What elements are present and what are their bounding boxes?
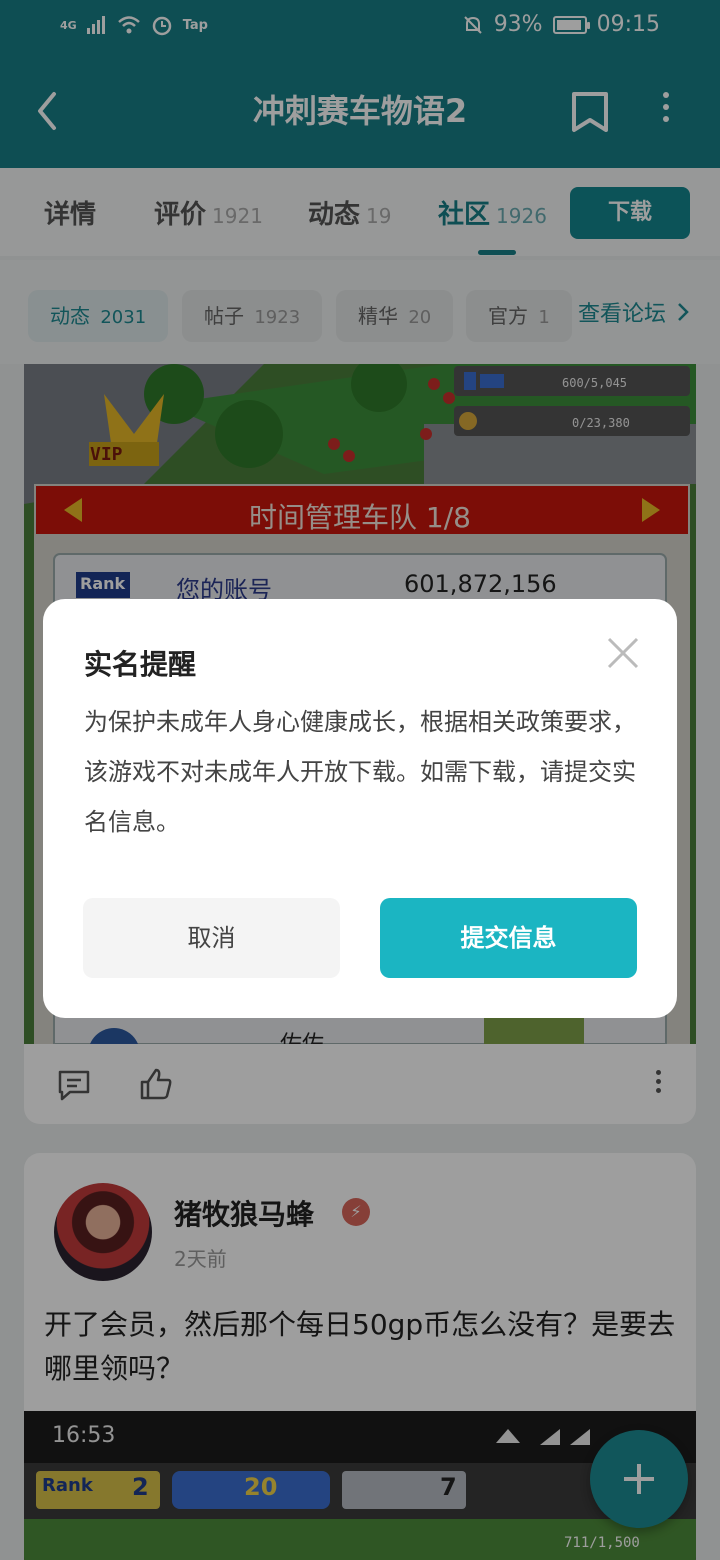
dialog-body: 为保护未成年人身心健康成长，根据相关政策要求，该游戏不对未成年人开放下载。如需下… [84, 708, 636, 836]
close-icon[interactable] [605, 635, 641, 671]
cancel-button[interactable]: 取消 [83, 898, 340, 978]
submit-info-button[interactable]: 提交信息 [380, 898, 637, 978]
dialog-title: 实名提醒 [84, 648, 197, 681]
real-name-dialog: 实名提醒 为保护未成年人身心健康成长，根据相关政策要求，该游戏不对未成年人开放下… [43, 599, 677, 1018]
